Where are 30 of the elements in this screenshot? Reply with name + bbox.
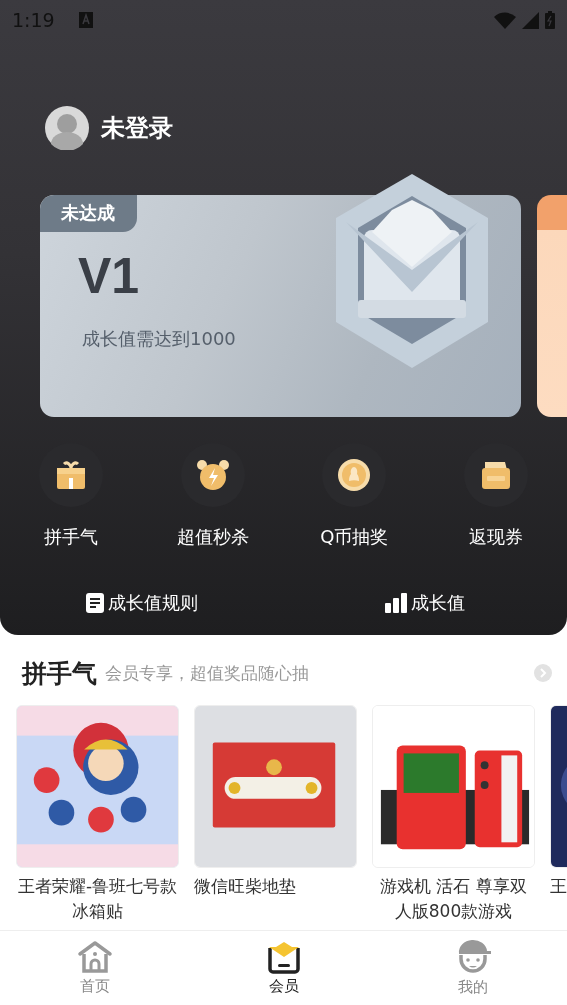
user-name: 未登录 [101,113,173,144]
home-icon [76,940,113,975]
coin-icon [337,458,372,492]
product-title[interactable]: 微信旺柴地垫 [194,874,296,900]
level-label: V1 [78,247,140,305]
product-title[interactable]: 王者荣耀-鲁班七号款冰箱贴 [16,874,179,925]
benefit-label[interactable]: 返现券 [469,525,524,549]
tab[interactable]: 首页 [0,931,189,1005]
section-subtitle: 会员专享，超值奖品随心抽 [105,661,310,685]
member-crown-icon [265,940,302,975]
document-icon [85,593,104,613]
keyboard-a-icon [78,12,93,28]
requirement-text: 成长值需达到1000 [82,327,236,351]
tab[interactable]: 我的 [378,931,567,1005]
avatar-icon[interactable] [45,106,89,150]
growth-link[interactable]: 成长值 [283,591,567,615]
status-badge: 未达成 [40,195,137,232]
signal-icon [522,11,539,29]
benefit-label[interactable]: 拼手气 [43,525,98,549]
benefit-label[interactable]: Q币抽奖 [320,525,389,549]
product-title[interactable]: 游戏机 活石 尊享双人版800款游戏 [372,874,535,925]
tab[interactable]: 会员 [189,931,378,1005]
section-title: 拼手气 [22,657,97,690]
benefit-label[interactable]: 超值秒杀 [176,525,249,549]
growth-link[interactable]: 成长值规则 [0,591,284,615]
battery-icon [545,11,555,29]
bar-chart-icon [385,593,408,613]
alarm-clock-icon [194,458,231,492]
product-title[interactable]: 王 [550,874,567,900]
wifi-icon [494,11,516,29]
